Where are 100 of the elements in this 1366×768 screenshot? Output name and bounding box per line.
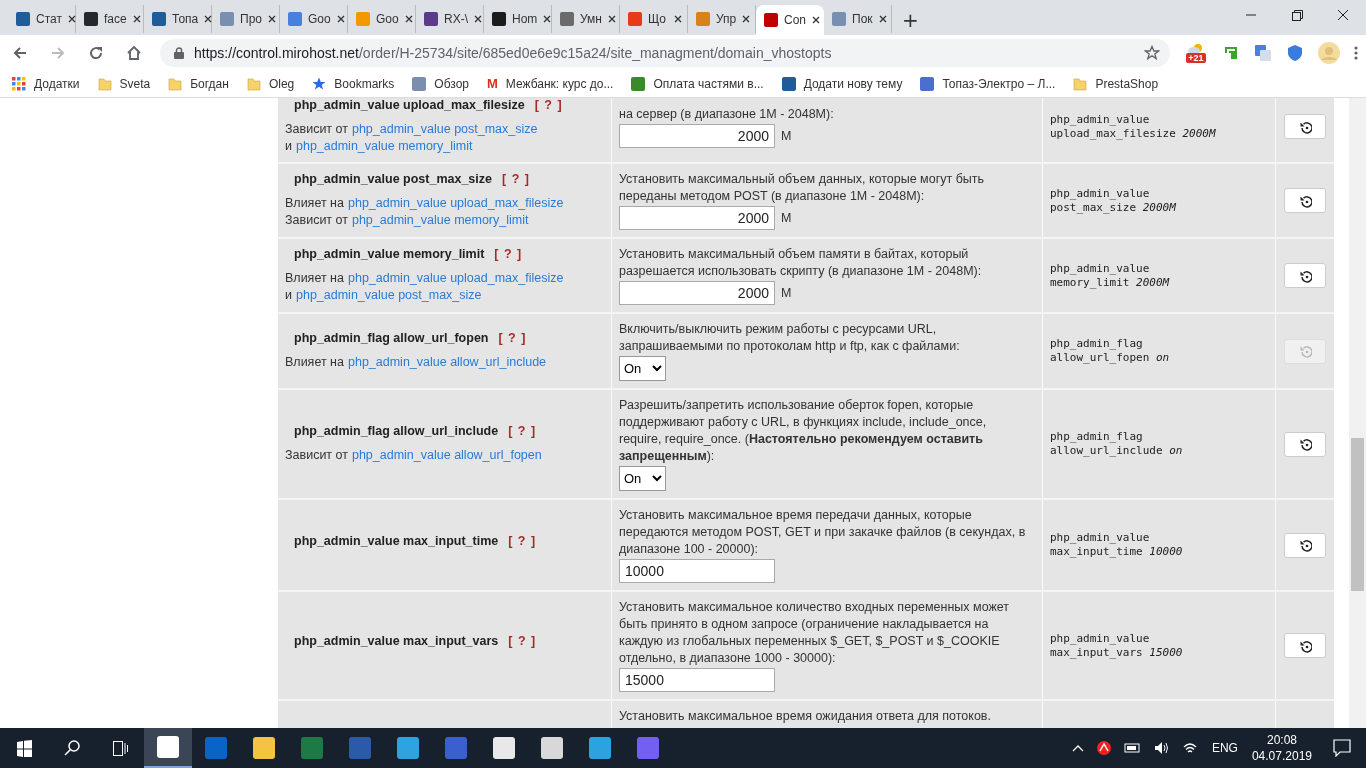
unit-label: M <box>781 286 792 300</box>
setting-name: php_admin_value post_max_size <box>294 172 492 187</box>
help-link[interactable]: [ ? ] <box>508 634 537 649</box>
relation-label: Зависит от <box>285 447 348 464</box>
relation-label: Влияет на <box>285 270 344 287</box>
help-link[interactable]: [ ? ] <box>494 247 523 262</box>
chevron-up-icon <box>1071 744 1084 752</box>
close-icon <box>674 15 682 23</box>
close-icon <box>1338 10 1348 20</box>
bookmark[interactable]: Sveta <box>97 76 151 91</box>
setting-description: Включить/выключить режим работы с ресурсами URL, запрашиваемыми по протоколам http и ftp, как с файлами: <box>619 321 961 355</box>
bookmark[interactable]: M Межбанк: курс до... <box>487 76 614 91</box>
help-link[interactable]: [ ? ] <box>508 533 537 549</box>
taskbar-app[interactable] <box>144 728 192 768</box>
windows-icon <box>16 739 32 757</box>
bookmark[interactable]: Обзор <box>412 76 469 91</box>
reset-button[interactable] <box>1283 188 1326 213</box>
clock-date[interactable]: 04.07.2019 <box>1251 748 1312 764</box>
setting-link[interactable]: php_admin_value allow_url_include <box>348 354 547 371</box>
close-icon <box>336 15 345 23</box>
help-link[interactable]: [ ? ] <box>508 424 537 439</box>
number-field[interactable]: 2000 <box>619 123 775 148</box>
bookmark[interactable]: Bookmarks <box>312 76 395 91</box>
browser-tab[interactable]: Goo <box>348 5 416 33</box>
unit-label: M <box>781 211 792 225</box>
browser-tab[interactable]: Hom <box>484 5 552 33</box>
setting-description: на сервер (в диапазоне 1M - 2048M): <box>619 105 835 123</box>
scrollbar[interactable] <box>1349 98 1366 728</box>
setting-description: Установить максимальное время передачи данных, которые передаются методом POST, GET и при закачке файлов (в секундах, в диапазоне 100 - 20000): <box>619 507 1027 558</box>
battery-icon <box>1123 742 1142 754</box>
reload-icon <box>88 44 104 61</box>
bookmark[interactable]: Топаз-Электро – Л... <box>920 76 1056 91</box>
close-icon <box>878 15 887 23</box>
input-field[interactable]: 10000 <box>619 559 775 583</box>
number-field[interactable]: 2000 <box>619 281 775 305</box>
relation-label: и <box>285 138 292 155</box>
browser-tab[interactable]: face <box>76 5 144 33</box>
setting-link[interactable]: php_admin_value memory_limit <box>296 138 473 155</box>
setting-link[interactable]: php_admin_value post_max_size <box>296 287 482 304</box>
bookmark[interactable]: Додати нову тему <box>781 76 903 91</box>
browser-tab[interactable]: Умн <box>552 5 620 33</box>
forward-icon <box>50 44 66 61</box>
close-icon <box>67 15 76 23</box>
close-icon <box>607 15 616 23</box>
clock-time[interactable]: 20:08 <box>1266 732 1297 748</box>
setting-description: Установить максимальный объем данных, которые могут быть переданы методом POST (в диапазоне 1M - 2048M): <box>619 171 986 205</box>
browser-tab[interactable]: Що <box>620 5 688 33</box>
bookmark[interactable]: PrestaShop <box>1073 76 1159 91</box>
language-indicator[interactable]: ENG <box>1211 741 1238 755</box>
setting-name: php_admin_flag allow_url_include <box>294 424 499 439</box>
help-link[interactable]: [ ? ] <box>498 331 527 346</box>
folder-icon <box>97 76 112 91</box>
setting-link[interactable]: php_admin_value memory_limit <box>351 212 529 229</box>
close-icon <box>132 15 141 23</box>
select-field[interactable]: On <box>619 466 666 491</box>
browser-tab[interactable]: Упр <box>688 5 756 33</box>
scrollbar-thumb[interactable] <box>1351 438 1364 591</box>
address-bar[interactable]: https://control.mirohost.net/order/H-25734/site/685ed0e6e9c15a24/site_managment/domain_vhostopts <box>160 38 1170 67</box>
reset-button[interactable] <box>1283 532 1326 558</box>
star-icon <box>1144 44 1160 61</box>
close-icon <box>812 16 820 24</box>
reset-button[interactable] <box>1283 263 1326 288</box>
avatar-icon <box>1318 41 1340 64</box>
setting-link[interactable]: php_admin_value allow_url_fopen <box>351 447 542 464</box>
relation-label: Влияет на <box>285 354 344 371</box>
browser-tab[interactable]: Con <box>756 5 824 35</box>
close-icon <box>543 15 552 23</box>
reset-button[interactable] <box>1283 633 1326 658</box>
star-icon <box>312 76 327 91</box>
bookmark[interactable]: Додатки <box>12 76 80 91</box>
current-value: php_admin_value max_input_time 10000 <box>1049 531 1184 559</box>
browser-tab[interactable]: Стат <box>8 5 76 33</box>
setting-link[interactable]: php_admin_value upload_max_filesize <box>348 270 564 287</box>
browser-tab[interactable]: Топа <box>144 5 212 33</box>
setting-name: php_admin_value max_input_time <box>294 533 499 549</box>
current-value: php_admin_value memory_limit 2000M <box>1049 261 1171 290</box>
current-value: php_admin_value upload_max_filesize 2000M <box>1049 112 1217 141</box>
setting-link[interactable]: php_admin_value post_max_size <box>351 121 538 138</box>
browser-tab[interactable]: Про <box>212 5 280 33</box>
help-link[interactable]: [ ? ] <box>534 98 563 113</box>
select-field[interactable]: On <box>619 356 666 381</box>
task-view-icon <box>112 740 128 756</box>
bookmark[interactable]: Oleg <box>246 76 295 91</box>
setting-name: php_admin_value memory_limit <box>294 247 485 262</box>
setting-description: Установить максимальное количество входных переменных может быть принято в одном запросе (ограничение накладывается на каждую из глобальных переменных $_GET, $_POST и $_COOKIE отдельно, в диапазоне 1000 - 30000): <box>619 599 1011 667</box>
back-icon <box>12 44 28 61</box>
reset-button[interactable] <box>1283 431 1326 457</box>
new-tab-button[interactable]: + <box>892 5 929 35</box>
bookmark[interactable]: Богдан <box>168 76 229 91</box>
input-field[interactable]: 15000 <box>619 668 775 692</box>
help-link[interactable]: [ ? ] <box>502 172 530 187</box>
browser-tab[interactable]: Goo <box>280 5 348 33</box>
restore-icon <box>1291 9 1303 21</box>
bookmark[interactable]: Оплата частями в... <box>631 76 764 91</box>
setting-link[interactable]: php_admin_value upload_max_filesize <box>348 195 564 212</box>
relation-label: Зависит от <box>285 212 348 229</box>
browser-tab[interactable]: RX-\ <box>416 5 484 33</box>
number-field[interactable]: 2000 <box>619 206 775 230</box>
browser-tab[interactable]: Пок <box>824 5 892 33</box>
reset-button[interactable] <box>1283 114 1326 139</box>
